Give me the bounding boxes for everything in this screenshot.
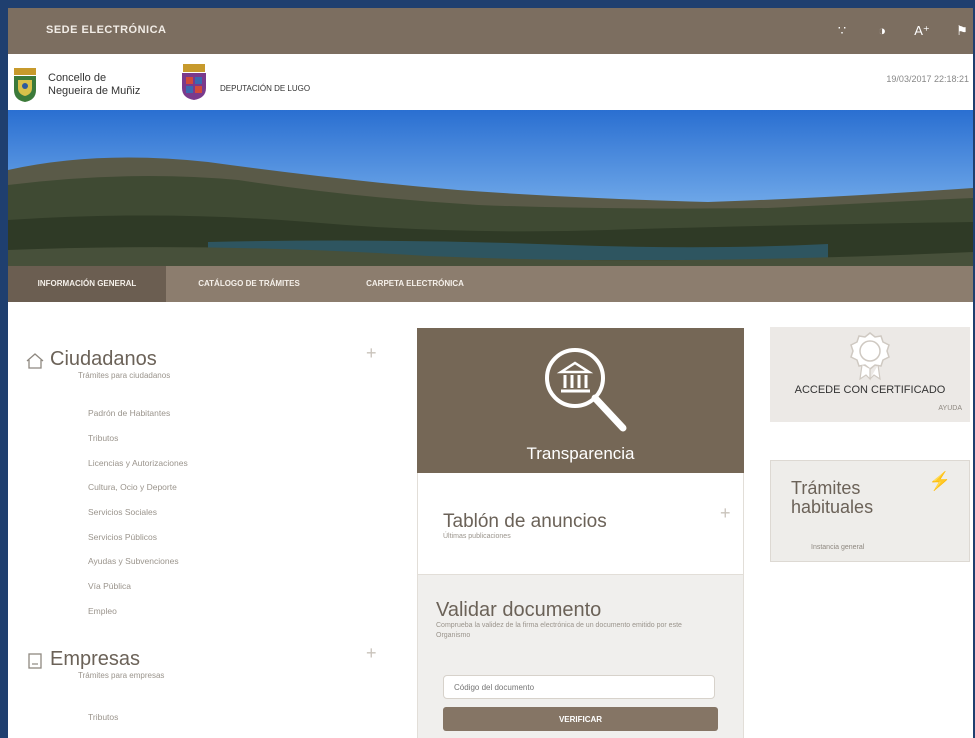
landscape-banner [8,110,973,266]
validar-subtitle: Comprueba la validez de la firma electró… [436,622,682,639]
link-padron[interactable]: Padrón de Habitantes [88,408,170,418]
tablon-expand-icon[interactable]: + [720,503,731,524]
tablon-title: Tablón de anuncios [443,511,607,532]
concello-name[interactable]: Concello de Negueira de Muñiz [48,72,148,98]
certificate-label: ACCEDE CON CERTIFICADO [794,384,946,396]
link-ayudas[interactable]: Ayudas y Subvenciones [88,556,179,566]
flag-icon[interactable]: ⚑ [951,20,973,42]
site-brand[interactable]: SEDE ELECTRÓNICA [46,24,166,36]
empresas-expand-icon[interactable]: + [366,643,377,664]
accessibility-tools: ∵ ◑ A⁺ ⚑ [831,20,973,42]
validar-title: Validar documento [436,599,602,621]
page-frame: SEDE ELECTRÓNICA ∵ ◑ A⁺ ⚑ Concello de Ne… [8,8,973,738]
header: Concello de Negueira de Muñiz DEPUTACIÓN… [8,54,973,110]
tab-informacion-general[interactable]: INFORMACIÓN GENERAL [8,266,166,302]
link-instancia-general[interactable]: Instancia general [811,544,864,551]
ciudadanos-expand-icon[interactable]: + [366,343,377,364]
deputacion-name[interactable]: DEPUTACIÓN DE LUGO [220,84,310,93]
empresas-title[interactable]: Empresas [50,648,140,671]
tablon-subtitle: Últimas publicaciones [443,533,511,540]
magnifier-institution-icon [545,348,627,432]
empresas-subtitle: Trámites para empresas [78,671,165,680]
tramites-habituales-title: Trámites habituales [791,478,874,517]
link-servicios-sociales[interactable]: Servicios Sociales [88,507,157,517]
tab-carpeta-electronica[interactable]: CARPETA ELECTRÓNICA [340,266,490,302]
ciudadanos-title[interactable]: Ciudadanos [50,348,157,371]
concello-coat-of-arms-icon[interactable] [12,68,38,102]
certificate-badge-icon [850,332,890,381]
link-tributos[interactable]: Tributos [88,433,118,443]
tablon-card[interactable]: Tablón de anuncios Últimas publicaciones… [417,473,744,575]
link-empleo[interactable]: Empleo [88,606,117,616]
link-empresas-tributos[interactable]: Tributos [88,712,118,722]
link-via-publica[interactable]: Vía Pública [88,581,131,591]
tramites-habituales-card: ⚡ Trámites habituales Instancia general [770,460,970,562]
contrast-icon[interactable]: ◑ [871,20,893,42]
link-licencias[interactable]: Licencias y Autorizaciones [88,458,188,468]
transparencia-label: Transparencia [526,444,635,463]
transparencia-tile[interactable]: Transparencia [417,328,744,473]
link-servicios-publicos[interactable]: Servicios Públicos [88,532,157,542]
main-nav: INFORMACIÓN GENERAL CATÁLOGO DE TRÁMITES… [8,266,973,302]
keyboard-dots-icon[interactable]: ∵ [831,20,853,42]
validar-card: Validar documento Comprueba la validez d… [417,575,744,738]
tab-catalogo-tramites[interactable]: CATÁLOGO DE TRÁMITES [174,266,324,302]
certificate-card[interactable]: ACCEDE CON CERTIFICADO AYUDA [770,327,970,422]
deputacion-coat-of-arms-icon[interactable] [180,64,208,100]
top-bar: SEDE ELECTRÓNICA ∵ ◑ A⁺ ⚑ [8,8,973,54]
building-icon [28,653,42,669]
certificate-help-link[interactable]: AYUDA [938,405,962,412]
link-cultura[interactable]: Cultura, Ocio y Deporte [88,482,177,492]
current-datetime: 19/03/2017 22:18:21 [886,74,969,84]
text-size-icon[interactable]: A⁺ [911,20,933,42]
document-code-input[interactable] [443,675,715,699]
ciudadanos-subtitle: Trámites para ciudadanos [78,371,171,380]
verify-button[interactable]: VERIFICAR [443,707,718,731]
home-icon [26,353,44,369]
